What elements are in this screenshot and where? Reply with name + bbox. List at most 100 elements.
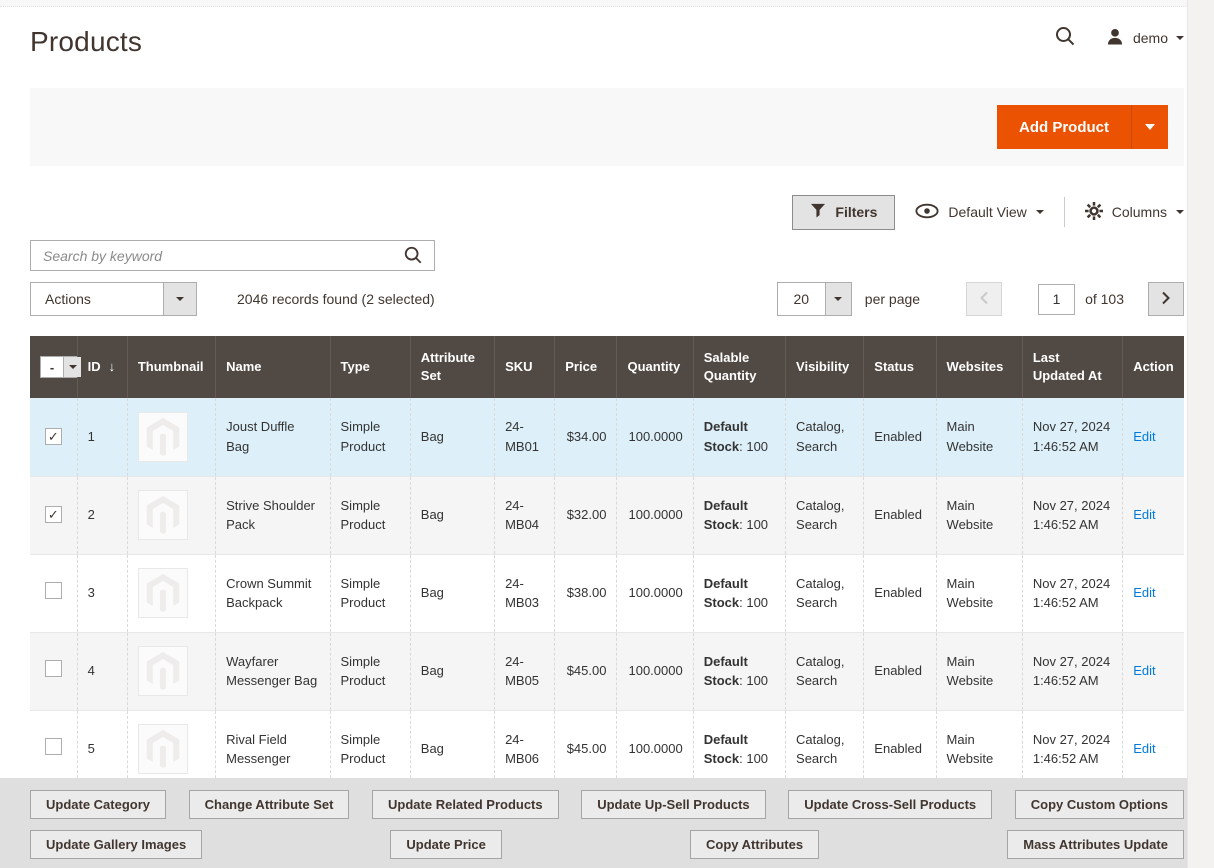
update-gallery-images-button[interactable]: Update Gallery Images (30, 830, 202, 859)
mass-actions-caret[interactable] (163, 283, 196, 315)
edit-link[interactable]: Edit (1133, 663, 1155, 678)
cell-quantity: 100.0000 (617, 476, 693, 554)
change-attribute-set-button[interactable]: Change Attribute Set (189, 790, 350, 819)
next-page-button[interactable] (1148, 282, 1184, 316)
column-header-action[interactable]: Action (1123, 336, 1184, 398)
column-header-id[interactable]: ID↓ (77, 336, 127, 398)
cell-websites: Main Website (936, 476, 1022, 554)
column-header-label: Thumbnail (138, 359, 204, 374)
cell-websites: Main Website (936, 398, 1022, 476)
cell-attribute-set: Bag (410, 554, 494, 632)
grid-header-row: -ID↓ Thumbnail Name Type Attribute Set SKUPri… (30, 336, 1184, 398)
cell-attribute-set: Bag (410, 476, 494, 554)
row-checkbox[interactable] (45, 582, 62, 599)
update-category-button[interactable]: Update Category (30, 790, 166, 819)
cell-price: $45.00 (555, 632, 617, 710)
cell-visibility: Catalog, Search (786, 398, 864, 476)
column-header-websites[interactable]: Websites (936, 336, 1022, 398)
column-header-last-updated-at[interactable]: Last Updated At (1022, 336, 1122, 398)
page-size-caret[interactable] (825, 283, 851, 315)
table-row[interactable]: 4 Wayfarer Messenger BagSimple ProductBa… (30, 632, 1184, 710)
chevron-down-icon (1145, 124, 1155, 130)
edit-link[interactable]: Edit (1133, 429, 1155, 444)
current-page-input[interactable] (1038, 284, 1075, 315)
row-checkbox[interactable] (45, 738, 62, 755)
cell-price: $34.00 (555, 398, 617, 476)
page-size-select[interactable]: 20 (777, 282, 852, 316)
column-header-thumbnail[interactable]: Thumbnail (127, 336, 215, 398)
keyword-search-submit[interactable] (400, 244, 426, 268)
cell-salable-quantity: Default Stock: 100 (693, 710, 785, 788)
column-header-label: Status (874, 359, 914, 374)
salable-stock-value: : 100 (739, 595, 768, 610)
previous-page-button[interactable] (966, 282, 1002, 316)
table-row[interactable]: 5 Rival Field MessengerSimple ProductBag… (30, 710, 1184, 788)
gear-icon (1085, 202, 1103, 223)
columns-control[interactable]: Columns (1085, 202, 1184, 223)
cell-id: 4 (77, 632, 127, 710)
search-icon (403, 245, 423, 268)
keyword-search-input[interactable] (31, 241, 434, 270)
column-header-attribute-set[interactable]: Attribute Set (410, 336, 494, 398)
cell-sku: 24-MB05 (495, 632, 555, 710)
filters-label: Filters (835, 204, 877, 220)
cell-checkbox: ✓ (30, 398, 77, 476)
filters-button[interactable]: Filters (792, 195, 895, 230)
add-product-button[interactable]: Add Product (997, 105, 1168, 149)
salable-stock-value: : 100 (739, 517, 768, 532)
cell-visibility: Catalog, Search (786, 554, 864, 632)
total-pages-label: of 103 (1085, 291, 1124, 307)
user-menu[interactable]: demo (1105, 27, 1184, 50)
copy-custom-options-button[interactable]: Copy Custom Options (1015, 790, 1184, 819)
cell-id: 3 (77, 554, 127, 632)
row-checkbox[interactable] (45, 660, 62, 677)
cell-type: Simple Product (330, 398, 410, 476)
cell-last-updated: Nov 27, 2024 1:46:52 AM (1022, 398, 1122, 476)
cell-name: Crown Summit Backpack (216, 554, 330, 632)
mass-attributes-update-button[interactable]: Mass Attributes Update (1007, 830, 1184, 859)
mass-actions-select[interactable]: Actions (30, 282, 197, 316)
column-header-salable-quantity[interactable]: Salable Quantity (693, 336, 785, 398)
cell-websites: Main Website (936, 710, 1022, 788)
copy-attributes-button[interactable]: Copy Attributes (690, 830, 819, 859)
add-product-dropdown-toggle[interactable] (1131, 105, 1168, 149)
row-checkbox-checked[interactable]: ✓ (45, 428, 62, 445)
product-thumbnail (138, 568, 188, 618)
edit-link[interactable]: Edit (1133, 741, 1155, 756)
column-header-visibility[interactable]: Visibility (786, 336, 864, 398)
row-checkbox-checked[interactable]: ✓ (45, 506, 62, 523)
chevron-down-icon (69, 365, 77, 369)
column-header-type[interactable]: Type (330, 336, 410, 398)
select-all-checkbox[interactable]: - (41, 357, 63, 377)
update-related-products-button[interactable]: Update Related Products (372, 790, 559, 819)
column-header-status[interactable]: Status (864, 336, 936, 398)
global-search-button[interactable] (1053, 26, 1077, 50)
cell-visibility: Catalog, Search (786, 632, 864, 710)
table-row[interactable]: ✓2 Strive Shoulder PackSimple ProductBag… (30, 476, 1184, 554)
column-header-sku[interactable]: SKU (495, 336, 555, 398)
edit-link[interactable]: Edit (1133, 507, 1155, 522)
select-all-control[interactable]: - (40, 356, 82, 378)
select-all-dropdown[interactable] (63, 357, 81, 377)
column-header-label: Action (1133, 359, 1173, 374)
table-row[interactable]: 3 Crown Summit BackpackSimple ProductBag… (30, 554, 1184, 632)
column-header-name[interactable]: Name (216, 336, 330, 398)
chevron-left-icon (979, 291, 989, 308)
mass-update-footer: Update Category Change Attribute Set Updat… (0, 778, 1214, 868)
update-up-sell-products-button[interactable]: Update Up-Sell Products (581, 790, 765, 819)
cell-websites: Main Website (936, 632, 1022, 710)
view-switcher[interactable]: Default View (915, 203, 1043, 222)
edit-link[interactable]: Edit (1133, 585, 1155, 600)
cell-status: Enabled (864, 554, 936, 632)
cell-salable-quantity: Default Stock: 100 (693, 554, 785, 632)
cell-price: $32.00 (555, 476, 617, 554)
column-header-price[interactable]: Price (555, 336, 617, 398)
cell-checkbox (30, 710, 77, 788)
update-cross-sell-products-button[interactable]: Update Cross-Sell Products (788, 790, 992, 819)
cell-type: Simple Product (330, 710, 410, 788)
column-header-label: Name (226, 359, 261, 374)
column-header-quantity[interactable]: Quantity (617, 336, 693, 398)
column-header-label: Attribute Set (421, 350, 475, 383)
table-row[interactable]: ✓1 Joust Duffle BagSimple ProductBag24-M… (30, 398, 1184, 476)
update-price-button[interactable]: Update Price (390, 830, 501, 859)
